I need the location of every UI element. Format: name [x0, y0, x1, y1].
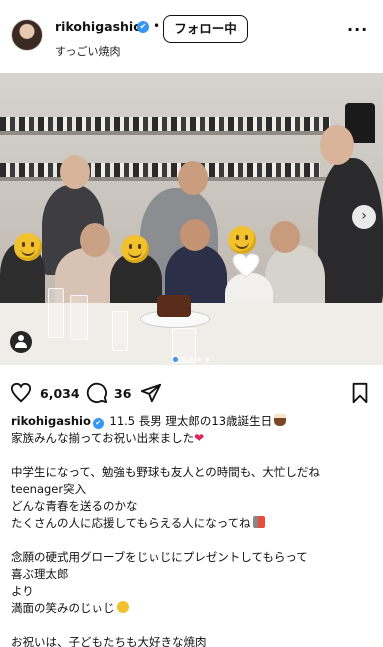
carousel-indicator — [0, 347, 383, 365]
caption-line: どんな青春を送るのかな — [11, 499, 138, 513]
caption-username[interactable]: rikohigashio — [11, 414, 91, 428]
carousel-dot — [189, 357, 194, 362]
caption-line: 11.5 長男 理太郎の13歳誕生日 — [109, 414, 273, 428]
shelf — [0, 131, 340, 135]
carousel-dot — [173, 357, 178, 362]
person-head — [60, 155, 90, 189]
like-count[interactable]: 6,034 — [40, 386, 80, 401]
post-location[interactable]: すっごい焼肉 — [55, 43, 121, 59]
smile-emoji-icon — [116, 601, 129, 613]
caption-line: 喜ぶ理太郎 — [11, 567, 69, 581]
birthday-cake — [157, 295, 191, 317]
person — [318, 158, 383, 308]
white-heart-icon — [232, 253, 260, 278]
person-head — [80, 223, 110, 257]
caption-line: teenager突入 — [11, 482, 87, 496]
megaphone-emoji-icon — [252, 516, 265, 528]
cake-emoji-icon — [274, 414, 287, 426]
glass — [48, 288, 64, 338]
caption-line: より — [11, 584, 34, 598]
more-options-icon[interactable]: ··· — [347, 20, 368, 39]
post-header: rikohigashio ✔ • フォロー中 すっごい焼肉 ··· — [0, 0, 383, 66]
red-heart-emoji-icon: ❤ — [194, 431, 205, 445]
caption-line: 中学生になって、勉強も野球も友人との時間も、大忙しだね — [11, 465, 320, 479]
post-caption: rikohigashio ✔ 11.5 長男 理太郎の13歳誕生日 家族みんな揃っ… — [11, 413, 373, 647]
caption-line: 満面の笑みのじぃじ — [11, 601, 115, 615]
caption-line: 念願の硬式用グローブをじぃじにプレゼントしてもらって — [11, 550, 308, 564]
next-arrow-icon[interactable]: › — [352, 205, 376, 229]
avatar[interactable] — [11, 19, 43, 51]
person-head — [320, 125, 354, 165]
caption-line: 家族みんな揃ってお祝い出来ました — [11, 431, 195, 445]
carousel-dot — [205, 357, 210, 362]
person-head — [180, 219, 210, 251]
verified-badge-icon: ✔ — [92, 418, 104, 429]
separator-dot: • — [153, 19, 161, 33]
person-head — [178, 161, 208, 195]
glass — [70, 295, 88, 340]
comment-count[interactable]: 36 — [114, 386, 131, 401]
heart-icon[interactable] — [10, 382, 32, 404]
post-photo[interactable]: › — [0, 73, 383, 365]
smiley-face-icon — [14, 233, 42, 261]
jar-row — [0, 117, 330, 131]
verified-badge-icon: ✔ — [137, 21, 149, 33]
shelf — [0, 177, 330, 181]
smiley-face-icon — [228, 226, 256, 254]
bookmark-icon[interactable] — [349, 382, 371, 404]
carousel-dot — [197, 357, 202, 362]
carousel-dot — [181, 357, 186, 362]
glass — [112, 311, 128, 351]
share-icon[interactable] — [140, 382, 162, 404]
jar-row — [0, 163, 320, 177]
following-button[interactable]: フォロー中 — [163, 15, 248, 43]
caption-line: お祝いは、子どもたちも大好きな焼肉 — [11, 635, 207, 647]
username[interactable]: rikohigashio — [55, 19, 142, 34]
action-bar: 6,034 36 — [0, 378, 383, 408]
smiley-face-icon — [121, 235, 149, 263]
person-head — [270, 221, 300, 253]
comment-icon[interactable] — [86, 382, 108, 404]
caption-line: たくさんの人に応援してもらえる人になってね — [11, 516, 251, 530]
